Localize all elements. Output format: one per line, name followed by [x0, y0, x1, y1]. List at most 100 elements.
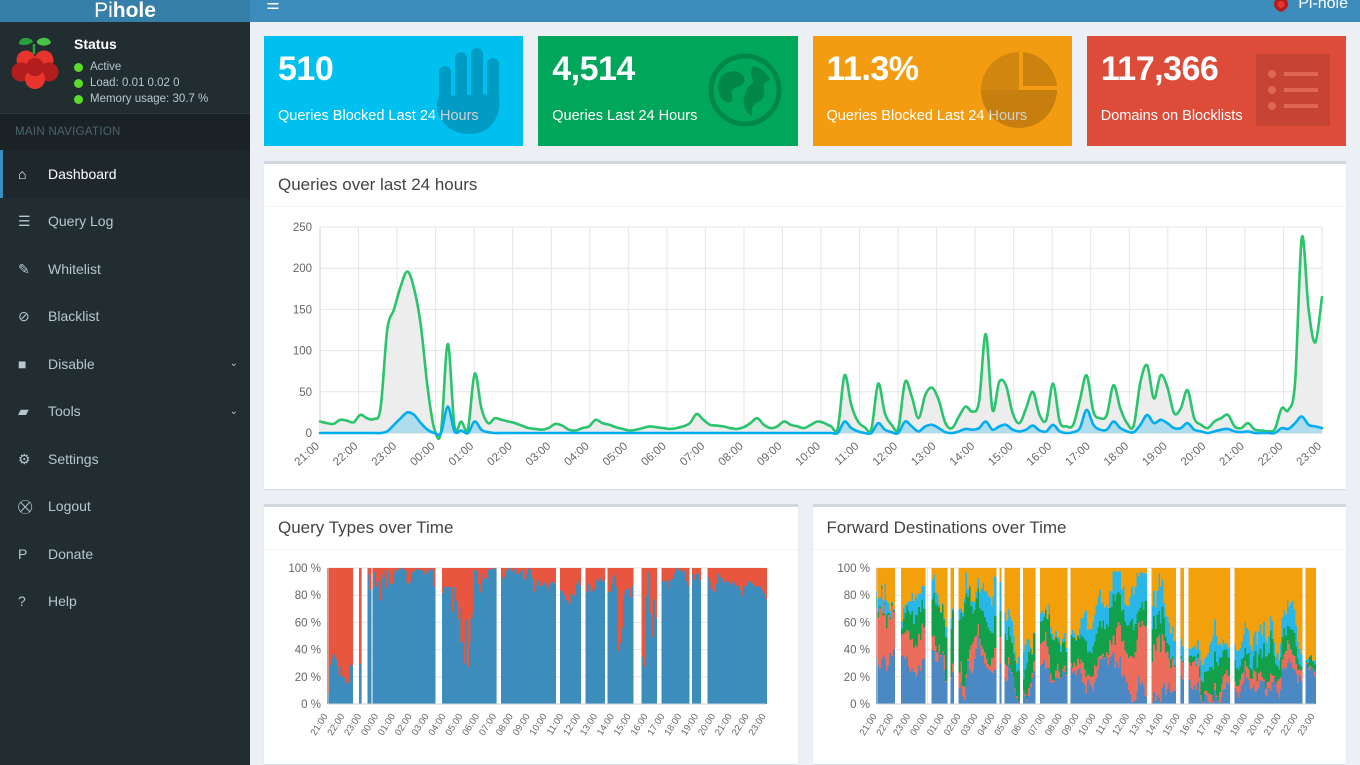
stop-square-icon: ■	[18, 355, 27, 372]
svg-text:23:00: 23:00	[747, 712, 769, 738]
sidebar-item-label: Tools	[48, 403, 81, 420]
svg-text:18:00: 18:00	[1102, 440, 1131, 468]
stat-card-value: 4,514	[552, 50, 635, 88]
sidebar-item-help[interactable]: ? Help	[0, 578, 250, 626]
stat-card-4[interactable]: 117,366 Domains on Blocklists	[1086, 36, 1346, 146]
svg-text:02:00: 02:00	[485, 440, 514, 468]
svg-text:100 %: 100 %	[288, 563, 321, 575]
sidebar-item-label: Settings	[48, 450, 99, 467]
brand-logo[interactable]: Pi hole	[0, 0, 250, 22]
svg-text:00:00: 00:00	[408, 440, 437, 468]
sidebar-item-dashboard[interactable]: ⌂ Dashboard	[0, 150, 250, 198]
svg-text:40 %: 40 %	[295, 645, 321, 657]
svg-text:23:00: 23:00	[1295, 440, 1324, 468]
list-icon	[1250, 44, 1336, 136]
main-content: 510 Queries Blocked Last 24 Hours 4,514 Que…	[250, 22, 1360, 765]
forward-destinations-title: Forward Destinations over Time	[812, 507, 1346, 550]
header-navbar: ☰ Pi-hole	[250, 0, 1360, 22]
folder-icon: ▰	[18, 403, 29, 420]
svg-text:22:00: 22:00	[331, 440, 360, 468]
sidebar-item-donate[interactable]: P Donate	[0, 530, 250, 578]
sidebar-item-disable[interactable]: ■ Disable ⌄	[0, 340, 250, 388]
lower-panels: Query Types over Time 0 % 20 % 40 % 60 % 80 …	[264, 489, 1346, 764]
status-line-memory: Memory usage: 30.7 %	[74, 91, 208, 107]
svg-text:23:00: 23:00	[1295, 712, 1317, 738]
raspberry-pi-logo-icon	[10, 36, 64, 98]
svg-text:40 %: 40 %	[843, 645, 869, 657]
svg-text:0 %: 0 %	[301, 699, 321, 711]
sidebar-item-tools[interactable]: ▰ Tools ⌄	[0, 388, 250, 436]
stat-card-1[interactable]: 510 Queries Blocked Last 24 Hours	[264, 36, 524, 146]
sidebar-item-query-log[interactable]: ☰ Query Log	[0, 198, 250, 246]
svg-text:20:00: 20:00	[1179, 440, 1208, 468]
question-circle-icon: ?	[18, 593, 26, 610]
status-title: Status	[74, 36, 117, 52]
stat-card-2[interactable]: 4,514 Queries Last 24 Hours	[538, 36, 798, 146]
queries-over-24h-title: Queries over last 24 hours	[264, 164, 1346, 207]
svg-text:13:00: 13:00	[909, 440, 938, 468]
status-line-load: Load: 0.01 0.02 0	[74, 75, 208, 91]
svg-text:100: 100	[293, 346, 312, 358]
query-types-chart[interactable]: 0 %20 %40 %60 %80 %100 %21:0022:0023:000…	[274, 560, 776, 760]
svg-text:250: 250	[293, 222, 312, 234]
svg-text:10:00: 10:00	[528, 712, 550, 738]
svg-text:80 %: 80 %	[843, 590, 869, 602]
hand-icon	[427, 44, 513, 136]
document-icon: ☰	[18, 213, 31, 230]
sidebar-item-whitelist[interactable]: ✎ Whitelist	[0, 245, 250, 293]
pencil-square-icon: ✎	[18, 260, 30, 277]
svg-text:08:00: 08:00	[716, 440, 745, 468]
sidebar-item-label: Blacklist	[48, 308, 100, 325]
queries-over-24h-chart[interactable]: 0 50 100 150 200 250 21:00 22:00 23:00 00:00 01:00…	[274, 217, 1336, 485]
sidebar-item-settings[interactable]: ⚙ Settings	[0, 435, 250, 483]
status-panel: Status Active Load: 0.01 0.02 0 Memory u…	[0, 22, 250, 114]
svg-text:04:00: 04:00	[562, 440, 591, 468]
globe-icon	[702, 44, 788, 136]
svg-text:09:00: 09:00	[755, 440, 784, 468]
hamburger-menu-icon[interactable]: ☰	[262, 0, 284, 16]
svg-text:17:00: 17:00	[1063, 440, 1092, 468]
sidebar-item-label: Dashboard	[48, 165, 117, 182]
status-active-text: Active	[90, 61, 122, 73]
svg-text:60 %: 60 %	[843, 617, 869, 629]
svg-text:50: 50	[299, 387, 312, 399]
home-icon: ⌂	[18, 165, 27, 182]
svg-text:0 %: 0 %	[850, 699, 870, 711]
svg-text:19:00: 19:00	[1140, 440, 1169, 468]
sidebar: Status Active Load: 0.01 0.02 0 Memory u…	[0, 22, 250, 765]
sidebar-item-label: Disable	[48, 355, 95, 372]
sidebar-item-logout[interactable]: ⛒ Logout	[0, 483, 250, 531]
svg-text:22:00: 22:00	[1256, 440, 1285, 468]
ban-icon: ⊘	[18, 308, 30, 325]
query-types-body: 0 % 20 % 40 % 60 % 80 % 100 % 21:00 22:00 23:00 0…	[264, 550, 798, 764]
nav-heading: MAIN NAVIGATION	[0, 114, 250, 150]
user-times-icon: ⛒	[18, 498, 33, 515]
sidebar-item-label: Query Log	[48, 213, 114, 230]
svg-text:07:00: 07:00	[678, 440, 707, 468]
queries-over-24h-body: 0 50 100 150 200 250 21:00 22:00 23:00 00:00 01:00…	[264, 207, 1346, 489]
svg-text:10:00: 10:00	[794, 440, 823, 468]
query-types-title: Query Types over Time	[264, 507, 798, 550]
top-header: Pi hole ☰ Pi-hole	[0, 0, 1360, 22]
svg-text:100 %: 100 %	[837, 563, 870, 575]
sidebar-nav: ⌂ Dashboard ☰ Query Log ✎ Whitelist ⊘ Blacklist…	[0, 150, 250, 625]
chevron-down-icon: ⌄	[229, 358, 238, 370]
status-line-active: Active	[74, 59, 208, 75]
svg-text:05:00: 05:00	[601, 440, 630, 468]
stat-card-3[interactable]: 11.3% Queries Blocked Last 24 Hours	[812, 36, 1072, 146]
sidebar-item-blacklist[interactable]: ⊘ Blacklist	[0, 293, 250, 341]
svg-text:60 %: 60 %	[295, 617, 321, 629]
svg-text:200: 200	[293, 263, 312, 275]
stat-card-value: 117,366	[1100, 50, 1219, 88]
svg-text:0: 0	[306, 428, 312, 440]
status-load-text: Load: 0.01 0.02 0	[90, 77, 180, 89]
status-memory-text: Memory usage: 30.7 %	[90, 93, 209, 105]
forward-destinations-chart[interactable]: 0 %20 %40 %60 %80 %100 %21:0022:0023:000…	[823, 560, 1325, 760]
sidebar-item-label: Help	[48, 593, 77, 610]
svg-text:03:00: 03:00	[524, 440, 553, 468]
query-types-panel: Query Types over Time 0 % 20 % 40 % 60 % 80 …	[264, 504, 798, 764]
stat-card-label: Domains on Blocklists	[1100, 108, 1243, 124]
header-brand-right[interactable]: Pi-hole	[1271, 0, 1348, 15]
svg-text:10:00: 10:00	[1076, 712, 1098, 738]
svg-text:23:00: 23:00	[370, 440, 399, 468]
